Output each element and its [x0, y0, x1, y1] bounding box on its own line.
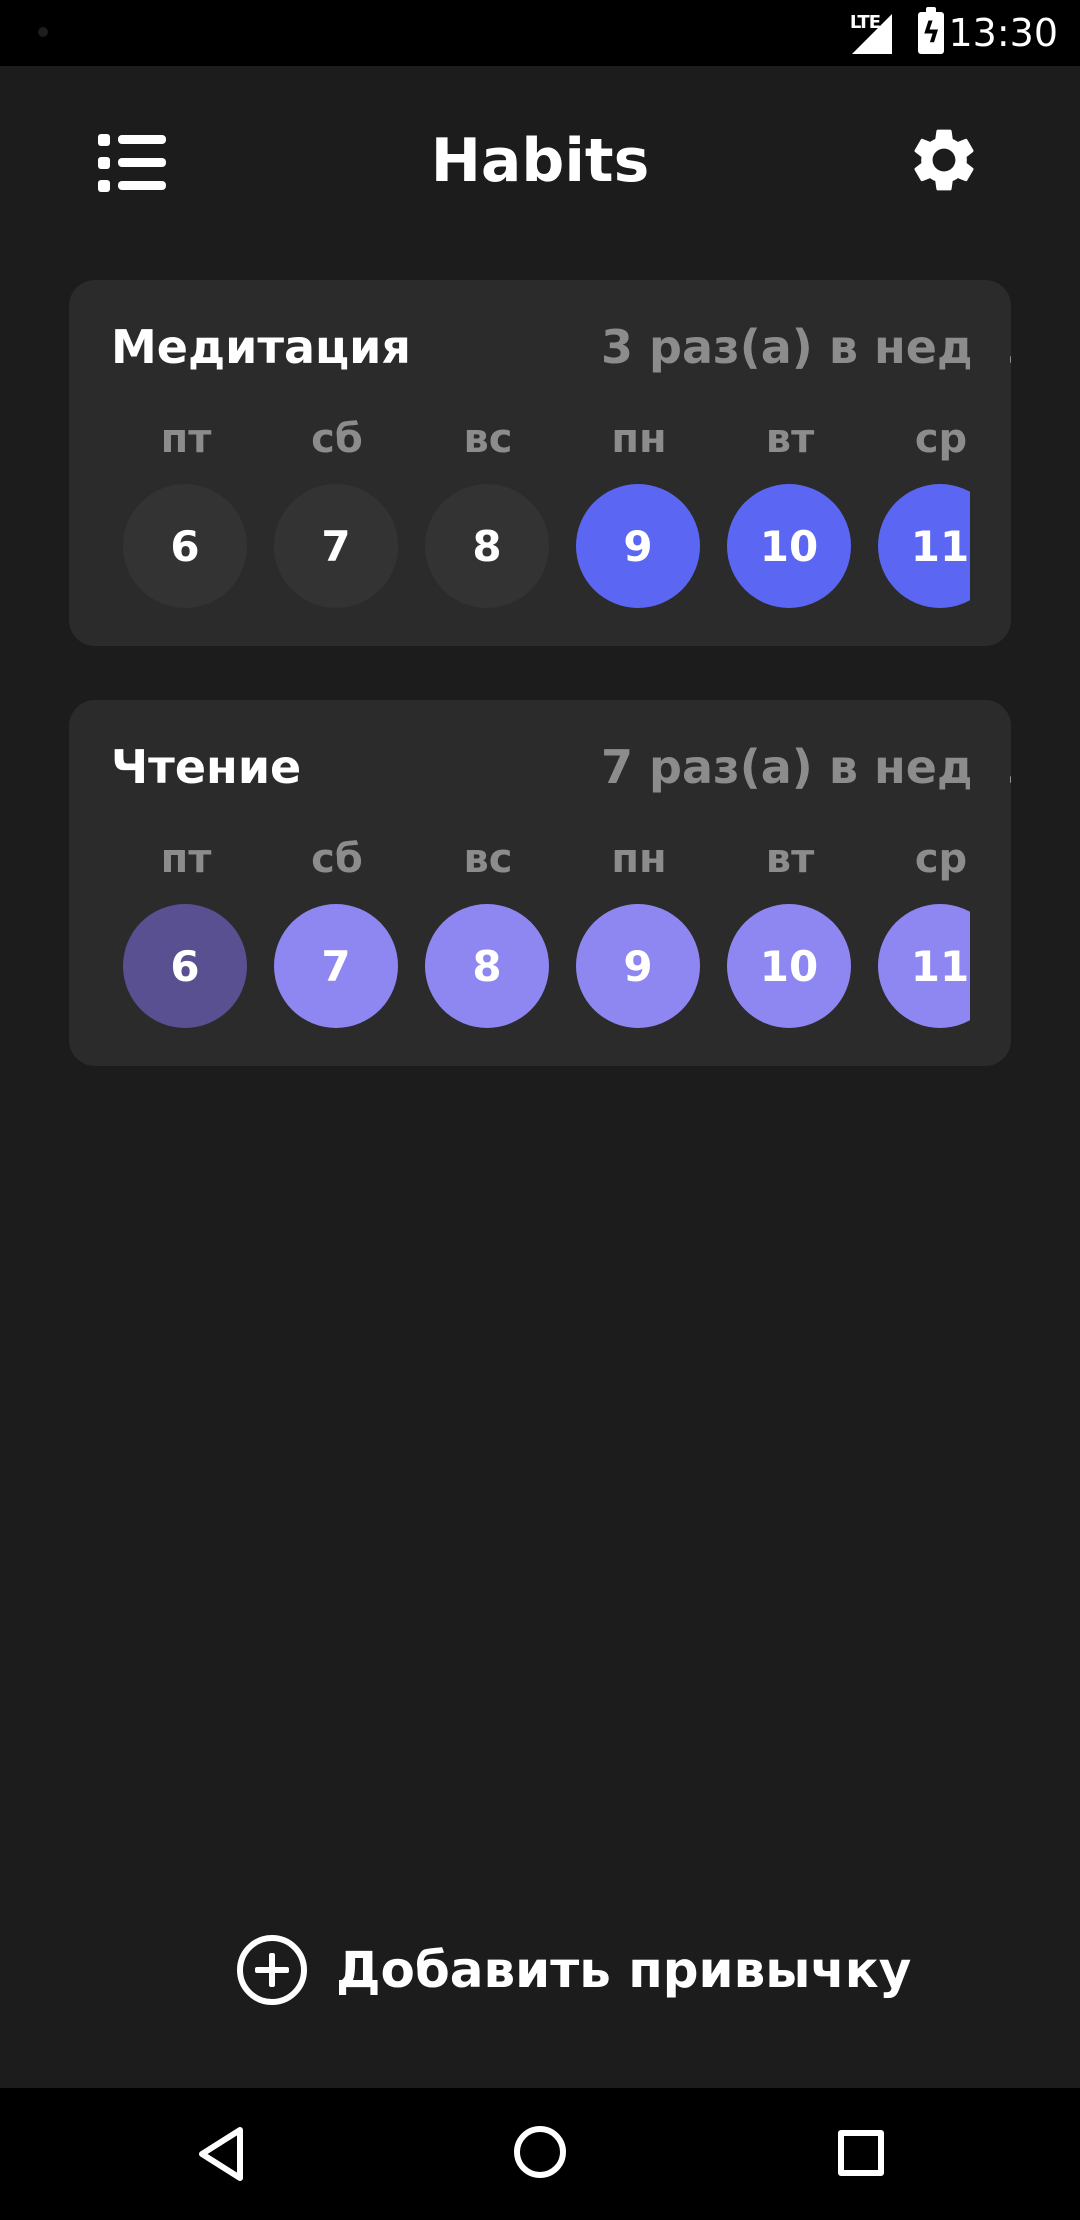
- camera-dot: [38, 27, 48, 37]
- battery-charging-icon: ϟ: [918, 7, 944, 54]
- day-circle[interactable]: 7: [274, 904, 398, 1028]
- day-item[interactable]: вт 10: [727, 836, 853, 1046]
- day-circle[interactable]: 9: [576, 904, 700, 1028]
- day-circle[interactable]: 7: [274, 484, 398, 608]
- habit-frequency: 3 раз(а) в недели: [601, 320, 1011, 374]
- settings-button[interactable]: [906, 122, 982, 198]
- weekday-label: сб: [311, 836, 363, 882]
- weekday-label: вт: [765, 416, 815, 462]
- day-item[interactable]: пт 6: [123, 836, 249, 1046]
- habit-header: Медитация 3 раз(а) в недели: [111, 320, 1011, 380]
- day-item[interactable]: пн 9: [576, 836, 702, 1046]
- habit-frequency: 7 раз(а) в недели: [601, 740, 1011, 794]
- add-habit-button[interactable]: Добавить привычку: [236, 1930, 911, 2010]
- habit-header: Чтение 7 раз(а) в недели: [111, 740, 1011, 800]
- weekday-label: пн: [611, 836, 667, 882]
- navigation-bar: [0, 2088, 1080, 2220]
- app-bar: Habits: [0, 66, 1080, 256]
- weekday-label: пт: [160, 416, 212, 462]
- gear-icon: [914, 129, 974, 191]
- day-item[interactable]: пн 9: [576, 416, 702, 626]
- signal-icon: [852, 14, 892, 54]
- add-habit-label: Добавить привычку: [336, 1941, 912, 1999]
- clock: 13:30: [948, 11, 1058, 55]
- recents-icon[interactable]: [838, 2130, 884, 2176]
- day-item[interactable]: пт 6: [123, 416, 249, 626]
- day-row: пт 6 сб 7 вс 8 пн 9 вт 10 ср 11: [123, 836, 1011, 1046]
- day-circle[interactable]: 9: [576, 484, 700, 608]
- habit-name: Медитация: [111, 320, 411, 374]
- weekday-label: вс: [463, 836, 513, 882]
- card-fade: [970, 280, 1010, 646]
- day-item[interactable]: вс 8: [425, 416, 551, 626]
- day-item[interactable]: сб 7: [274, 416, 400, 626]
- day-item[interactable]: сб 7: [274, 836, 400, 1046]
- day-row: пт 6 сб 7 вс 8 пн 9 вт 10 ср 11: [123, 416, 1011, 626]
- day-circle[interactable]: 6: [123, 904, 247, 1028]
- day-circle[interactable]: 8: [425, 484, 549, 608]
- habit-card[interactable]: Медитация 3 раз(а) в недели пт 6 сб 7 вс…: [69, 280, 1011, 646]
- day-circle[interactable]: 6: [123, 484, 247, 608]
- day-circle[interactable]: 10: [727, 904, 851, 1028]
- habit-card[interactable]: Чтение 7 раз(а) в недели пт 6 сб 7 вс 8 …: [69, 700, 1011, 1066]
- day-circle[interactable]: 8: [425, 904, 549, 1028]
- add-circle-icon: [237, 1935, 307, 2005]
- day-circle[interactable]: 10: [727, 484, 851, 608]
- status-bar: LTE ϟ 13:30: [0, 0, 1080, 66]
- weekday-label: пн: [611, 416, 667, 462]
- weekday-label: вс: [463, 416, 513, 462]
- weekday-label: вт: [765, 836, 815, 882]
- weekday-label: пт: [160, 836, 212, 882]
- habit-name: Чтение: [111, 740, 302, 794]
- day-item[interactable]: вс 8: [425, 836, 551, 1046]
- card-fade: [970, 700, 1010, 1066]
- back-icon[interactable]: [190, 2122, 254, 2186]
- day-item[interactable]: вт 10: [727, 416, 853, 626]
- weekday-label: сб: [311, 416, 363, 462]
- home-icon[interactable]: [514, 2126, 566, 2178]
